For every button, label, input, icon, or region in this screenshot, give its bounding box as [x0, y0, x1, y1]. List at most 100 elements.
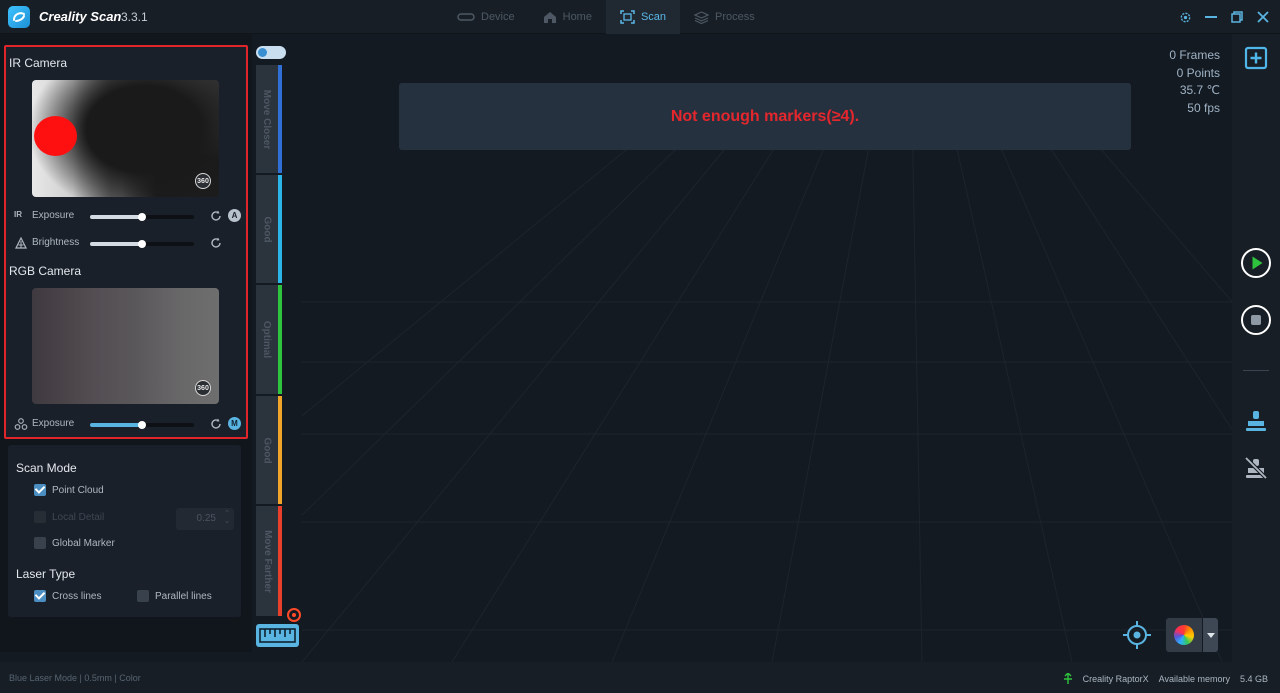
cross-lines-check[interactable] [34, 590, 46, 602]
local-detail-checkbox[interactable]: Local Detail [34, 511, 104, 523]
chevron-down-icon [1206, 632, 1215, 638]
camera-360-icon[interactable]: 360 [195, 380, 211, 396]
device-status: Creality RaptorX Available memory 5.4 GB [1063, 673, 1268, 684]
3d-viewport[interactable]: Not enough markers(≥4). 0 Frames 0 Point… [302, 34, 1232, 662]
tab-process-label: Process [715, 11, 755, 23]
gauge-toggle[interactable] [256, 46, 286, 59]
ir-camera-title: IR Camera [9, 56, 68, 70]
memory-value: 5.4 GB [1239, 673, 1268, 684]
ir-brightness-slider[interactable] [90, 240, 194, 248]
app-name: Creality Scan [39, 9, 122, 24]
scan-icon [620, 10, 635, 24]
point-cloud-check[interactable] [34, 484, 46, 496]
temperature-readout: 35.7 ℃ [1179, 83, 1220, 97]
local-detail-spinbox[interactable]: 0.25 ⌃ ⌄ [176, 508, 234, 530]
crosshair-icon[interactable] [1122, 620, 1152, 650]
gauge-segment-good-far: Good [256, 396, 282, 504]
camera-panel: IR Camera 360 IR Exposure A Brightness R [4, 45, 248, 439]
stamp-tool-button[interactable] [1240, 405, 1272, 437]
ir-exposure-auto-badge[interactable]: A [228, 209, 241, 222]
process-icon [694, 10, 710, 24]
cross-lines-label: Cross lines [52, 590, 102, 602]
app-version: 3.3.1 [121, 10, 148, 24]
color-dropdown-button[interactable] [1203, 618, 1218, 652]
frames-count: 0 Frames [1169, 48, 1220, 62]
tab-process[interactable]: Process [680, 0, 769, 34]
gauge-label-move-farther: Move Farther [261, 529, 273, 593]
ruler-icon [259, 628, 296, 643]
point-cloud-checkbox[interactable]: Point Cloud [34, 484, 104, 496]
brightness-icon [15, 237, 27, 249]
ir-exposure-row: IR Exposure A [14, 208, 241, 224]
ir-brightness-label: Brightness [32, 237, 80, 248]
rgb-exposure-reset-icon[interactable] [210, 418, 222, 430]
rgb-exposure-fill [90, 423, 142, 427]
memory-label: Available memory [1158, 673, 1230, 684]
global-marker-check[interactable] [34, 537, 46, 549]
color-wheel-icon [1174, 625, 1194, 645]
left-panel: IR Camera 360 IR Exposure A Brightness R [0, 34, 252, 652]
restore-icon[interactable] [1228, 8, 1246, 26]
marker-warning-text: Not enough markers(≥4). [670, 107, 860, 125]
distance-gauge: Move Closer Good Optimal Good Move Farth… [256, 65, 282, 616]
rgb-camera-preview[interactable]: 360 [32, 288, 219, 404]
gauge-label-good-far: Good [261, 436, 273, 464]
right-toolbar [1232, 34, 1280, 662]
ir-camera-preview[interactable]: 360 [32, 80, 219, 197]
start-scan-button[interactable] [1240, 247, 1272, 279]
home-icon [543, 11, 556, 23]
ir-hotspot [34, 116, 77, 156]
color-mode-button[interactable] [1166, 618, 1202, 652]
gauge-segment-optimal: Optimal [256, 285, 282, 394]
global-marker-label: Global Marker [52, 537, 115, 549]
point-cloud-label: Point Cloud [52, 484, 104, 496]
ir-exposure-reset-icon[interactable] [210, 210, 222, 222]
new-project-button[interactable] [1240, 42, 1272, 74]
ir-exposure-slider[interactable] [90, 213, 194, 221]
device-name: Creality RaptorX [1082, 673, 1149, 684]
camera-360-icon[interactable]: 360 [195, 173, 211, 189]
rgb-exposure-slider[interactable] [90, 421, 194, 429]
ir-brightness-knob[interactable] [138, 240, 146, 248]
global-marker-checkbox[interactable]: Global Marker [34, 537, 115, 549]
local-detail-check[interactable] [34, 511, 46, 523]
minimize-icon[interactable] [1202, 8, 1220, 26]
tab-home[interactable]: Home [529, 0, 606, 34]
parallel-lines-checkbox[interactable]: Parallel lines [137, 590, 212, 602]
parallel-lines-check[interactable] [137, 590, 149, 602]
ir-exposure-fill [90, 215, 142, 219]
tab-home-label: Home [562, 11, 592, 23]
gauge-segment-move-closer: Move Closer [256, 65, 282, 173]
clear-stamp-button[interactable] [1240, 452, 1272, 484]
toolbar-divider [1243, 370, 1269, 371]
rgb-exposure-icon [14, 418, 28, 430]
scan-mode-title: Scan Mode [16, 461, 77, 475]
rgb-exposure-knob[interactable] [138, 421, 146, 429]
gauge-label-good-near: Good [261, 215, 273, 243]
points-count: 0 Points [1176, 65, 1220, 80]
close-icon[interactable] [1254, 8, 1272, 26]
parallel-lines-label: Parallel lines [155, 590, 212, 602]
ir-exposure-label: Exposure [32, 210, 75, 221]
marker-warning-banner: Not enough markers(≥4). [399, 83, 1131, 150]
settings-gear-icon[interactable] [1176, 8, 1194, 26]
ir-exposure-knob[interactable] [138, 213, 146, 221]
distance-pointer-icon [287, 608, 301, 622]
spin-arrows-icon[interactable]: ⌃ ⌄ [224, 510, 230, 526]
ruler-button[interactable] [256, 624, 299, 647]
tab-scan[interactable]: Scan [605, 0, 681, 34]
rgb-exposure-manual-badge[interactable]: M [228, 417, 241, 430]
rgb-camera-title: RGB Camera [9, 264, 82, 278]
tab-device[interactable]: Device [443, 0, 529, 34]
local-detail-label: Local Detail [52, 511, 105, 523]
tab-scan-label: Scan [640, 11, 667, 23]
gauge-segment-move-farther: Move Farther [256, 506, 282, 616]
rgb-exposure-label: Exposure [32, 418, 75, 429]
stamp-icon [1246, 411, 1266, 431]
stamp-off-icon [1244, 456, 1268, 480]
scan-stats: 0 Frames 0 Points 35.7 ℃ 50 fps [1169, 47, 1220, 117]
rgb-exposure-row: Exposure M [14, 416, 241, 432]
ir-brightness-reset-icon[interactable] [210, 237, 222, 249]
cross-lines-checkbox[interactable]: Cross lines [34, 590, 101, 602]
stop-scan-button[interactable] [1240, 304, 1272, 336]
